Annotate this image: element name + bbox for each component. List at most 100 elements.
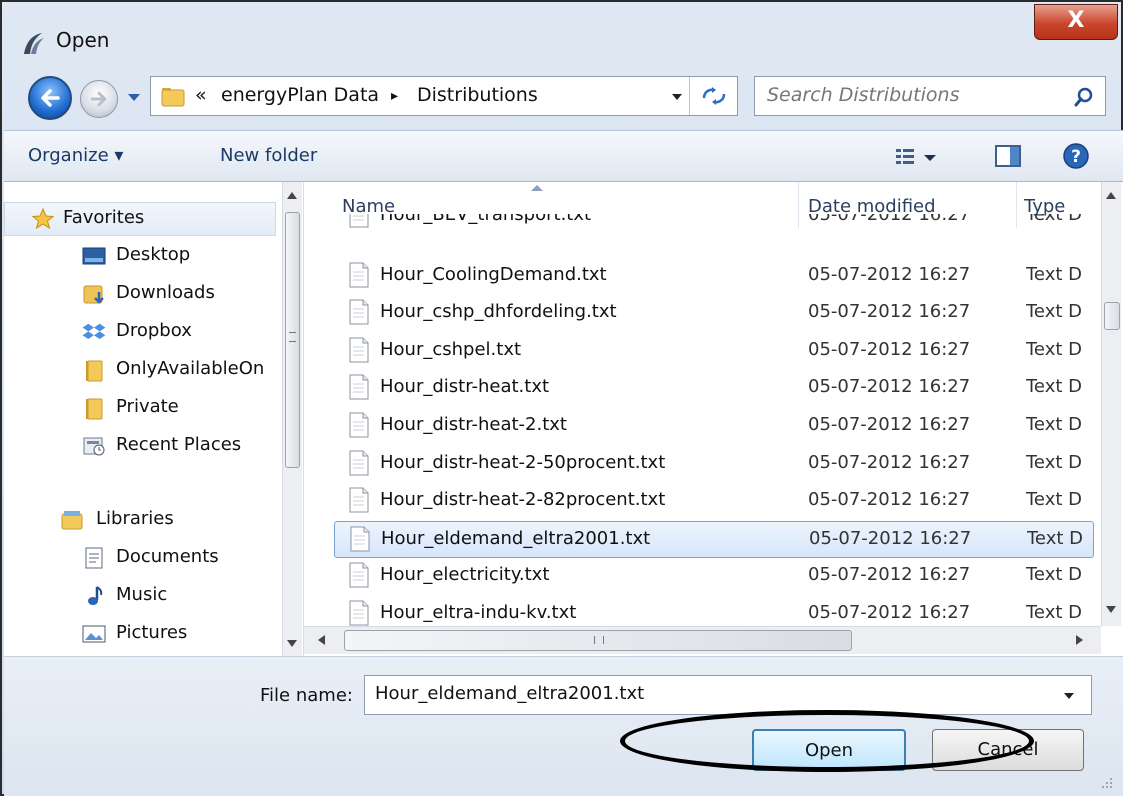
help-icon[interactable]: ? — [1062, 142, 1090, 170]
file-list: Name Date modified Type Hour_BEV_transpo… — [304, 182, 1123, 656]
text-file-icon — [349, 337, 369, 363]
file-name-panel: File name: Hour_eldemand_eltra2001.txt O… — [4, 656, 1123, 796]
scroll-left-arrow-icon[interactable] — [318, 635, 325, 645]
scroll-down-arrow-icon[interactable] — [287, 640, 297, 647]
file-type: Text D — [1026, 338, 1082, 360]
file-row[interactable]: Hour_cshp_dhfordeling.txt 05-07-2012 16:2… — [334, 295, 1094, 332]
breadcrumb-separator[interactable]: ▸ — [391, 88, 398, 104]
search-box[interactable]: Search Distributions — [754, 76, 1106, 116]
scroll-right-arrow-icon[interactable] — [1076, 635, 1083, 645]
file-row[interactable]: Hour_distr-heat.txt 05-07-2012 16:27 Text … — [334, 370, 1094, 407]
nav-item-onlyavailableon[interactable]: OnlyAvailableOn — [4, 354, 276, 388]
file-name: Hour_distr-heat-2-82procent.txt — [380, 489, 666, 511]
preview-pane-icon[interactable] — [994, 143, 1022, 169]
refresh-icon[interactable] — [701, 86, 727, 106]
breadcrumb-distributions[interactable]: Distributions — [417, 84, 538, 106]
file-type: Text D — [1026, 451, 1082, 473]
file-row[interactable]: Hour_distr-heat-2.txt 05-07-2012 16:27 Tex… — [334, 408, 1094, 445]
text-file-icon — [349, 450, 369, 476]
back-arrow-icon — [41, 89, 60, 107]
new-folder-button[interactable]: New folder — [220, 145, 317, 166]
text-file-icon — [350, 526, 370, 552]
title-bar[interactable]: Open — [4, 4, 1123, 68]
nav-item-music[interactable]: Music — [4, 580, 276, 614]
cancel-button[interactable]: Cancel — [932, 729, 1084, 771]
scroll-down-arrow-icon[interactable] — [1106, 606, 1116, 613]
nav-item-downloads[interactable]: Downloads — [4, 278, 276, 312]
nav-item-recent-places[interactable]: Recent Places — [4, 430, 276, 464]
file-row[interactable]: Hour_cshpel.txt 05-07-2012 16:27 Text D — [334, 333, 1094, 370]
file-name-dropdown-icon[interactable] — [1063, 691, 1075, 701]
forward-button[interactable] — [80, 80, 118, 118]
forward-arrow-icon — [90, 91, 107, 107]
file-name-label: File name: — [260, 685, 353, 706]
nav-item-label: Downloads — [116, 282, 215, 303]
scroll-up-arrow-icon[interactable] — [287, 192, 297, 199]
search-icon[interactable] — [1073, 86, 1095, 108]
address-dropdown-icon[interactable] — [671, 92, 683, 102]
scroll-grip — [289, 332, 296, 342]
nav-item-pictures[interactable]: Pictures — [4, 618, 276, 652]
nav-item-label: Music — [116, 584, 168, 605]
nav-item-label: Desktop — [116, 244, 191, 265]
nav-favorites-label: Favorites — [63, 207, 145, 228]
file-row[interactable]: Hour_distr-heat-2-50procent.txt 05-07-201… — [334, 446, 1094, 483]
file-type: Text D — [1026, 489, 1082, 511]
file-date-modified: 05-07-2012 16:27 — [808, 263, 971, 285]
file-row[interactable]: Hour_BEV_transport.txt 05-07-2012 16:27 Te… — [334, 204, 1094, 235]
text-file-icon — [349, 299, 369, 325]
file-type: Text D — [1027, 527, 1083, 549]
file-name: Hour_distr-heat.txt — [380, 376, 550, 398]
resize-grip-icon[interactable] — [1098, 774, 1114, 790]
file-name: Hour_distr-heat-2-50procent.txt — [380, 451, 666, 473]
file-name-value: Hour_eldemand_eltra2001.txt — [375, 683, 645, 704]
breadcrumb-energyplan-data[interactable]: energyPlan Data — [221, 84, 379, 106]
dropbox-icon — [82, 323, 106, 339]
change-view-icon[interactable] — [894, 145, 938, 169]
file-date-modified: 05-07-2012 16:27 — [808, 451, 971, 473]
file-row[interactable]: Hour_eldemand_eltra2001.txt 05-07-2012 16… — [334, 520, 1094, 558]
nav-item-documents[interactable]: Documents — [4, 542, 276, 576]
file-type: Text D — [1026, 602, 1082, 623]
file-name: Hour_electricity.txt — [380, 564, 550, 586]
nav-libraries-label: Libraries — [96, 508, 174, 529]
text-file-icon — [349, 412, 369, 438]
file-date-modified: 05-07-2012 16:27 — [808, 376, 971, 398]
file-list-scroll-thumb[interactable] — [1104, 302, 1120, 330]
window-title: Open — [56, 28, 110, 52]
breadcrumb-overflow[interactable]: « — [195, 84, 207, 106]
folder-icon — [86, 360, 103, 382]
search-placeholder: Search Distributions — [767, 84, 960, 106]
address-bar[interactable]: « energyPlan Data ▸ Distributions — [150, 76, 738, 116]
close-button[interactable]: X — [1034, 4, 1118, 40]
file-name-input[interactable]: Hour_eldemand_eltra2001.txt — [364, 675, 1092, 715]
file-name: Hour_eldemand_eltra2001.txt — [381, 527, 651, 549]
file-name: Hour_BEV_transport.txt — [380, 204, 592, 225]
app-icon — [24, 33, 44, 54]
nav-pane-scrollbar[interactable] — [282, 182, 302, 656]
file-date-modified: 05-07-2012 16:27 — [808, 414, 971, 435]
file-date-modified: 05-07-2012 16:27 — [808, 338, 971, 360]
back-button[interactable] — [28, 76, 72, 120]
organize-menu[interactable]: Organize ▾ — [28, 145, 123, 166]
file-row[interactable]: Hour_electricity.txt 05-07-2012 16:27 Text… — [334, 558, 1094, 595]
nav-favorites[interactable]: Favorites — [4, 202, 276, 236]
open-button[interactable]: Open — [752, 729, 906, 771]
text-file-icon — [349, 600, 369, 626]
file-date-modified: 05-07-2012 16:27 — [809, 527, 972, 549]
file-name: Hour_CoolingDemand.txt — [380, 263, 607, 285]
scroll-up-arrow-icon[interactable] — [1106, 192, 1116, 199]
nav-item-desktop[interactable]: Desktop — [4, 240, 276, 274]
nav-libraries[interactable]: Libraries — [4, 504, 276, 538]
file-type: Text D — [1026, 301, 1082, 323]
file-list-horizontal-scrollbar[interactable] — [304, 626, 1101, 654]
folder-icon — [86, 398, 103, 420]
file-type: Text D — [1026, 376, 1082, 398]
recent-pages-dropdown-icon[interactable] — [126, 90, 142, 104]
nav-item-label: Pictures — [116, 622, 188, 643]
file-row[interactable]: Hour_distr-heat-2-82procent.txt 05-07-201… — [334, 483, 1094, 520]
file-row[interactable]: Hour_CoolingDemand.txt 05-07-2012 16:27 Te… — [334, 258, 1094, 295]
file-list-scrollbar[interactable] — [1101, 182, 1121, 626]
nav-item-private[interactable]: Private — [4, 392, 276, 426]
nav-item-dropbox[interactable]: Dropbox — [4, 316, 276, 350]
